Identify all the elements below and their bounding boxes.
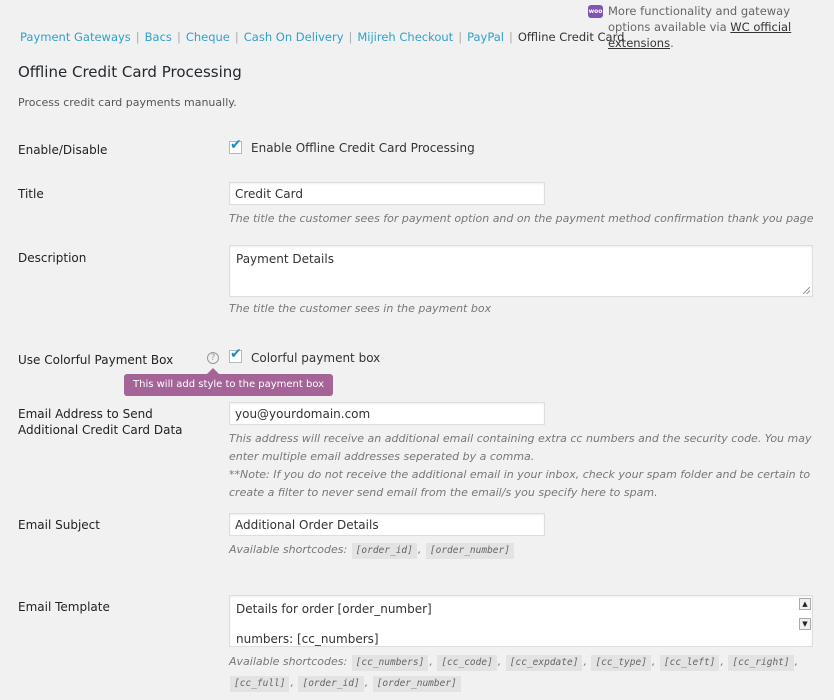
subnav-separator: | xyxy=(458,30,463,44)
page-title: Offline Credit Card Processing xyxy=(18,63,242,81)
email-address-label: Email Address to Send Additional Credit … xyxy=(18,406,183,438)
email-label-line-1: Email Address to Send xyxy=(18,407,153,421)
subnav-separator: | xyxy=(348,30,353,44)
description-help-text: The title the customer sees in the payme… xyxy=(229,302,492,315)
gateway-subnav: Payment Gateways | Bacs | Cheque | Cash On Del… xyxy=(20,30,624,44)
template-line-1: Details for order [order_number] xyxy=(236,602,432,616)
help-tooltip: This will add style to the payment box xyxy=(124,368,334,396)
subnav-mijireh-checkout[interactable]: Mijireh Checkout xyxy=(357,30,453,44)
shortcode-chip: [cc_right] xyxy=(728,655,794,671)
email-subject-input[interactable]: Additional Order Details xyxy=(229,513,545,536)
colorful-box-label: Use Colorful Payment Box xyxy=(18,353,174,367)
shortcode-chip: [order_number] xyxy=(425,543,514,559)
subnav-separator: | xyxy=(135,30,140,44)
email-template-label: Email Template xyxy=(18,600,110,614)
email-help-line-1: This address will receive an additional … xyxy=(229,432,812,463)
shortcode-chip: [cc_type] xyxy=(591,655,651,671)
email-label-line-2: Additional Credit Card Data xyxy=(18,423,183,437)
email-subject-label: Email Subject xyxy=(18,518,100,532)
shortcode-chip: [order_id] xyxy=(351,543,417,559)
shortcode-chip: [cc_expdate] xyxy=(505,655,583,671)
shortcode-chip: [order_number] xyxy=(372,676,461,692)
subnav-separator: | xyxy=(176,30,181,44)
enable-checkbox[interactable]: ✔ xyxy=(229,137,242,154)
email-help-text: This address will receive an additional … xyxy=(229,430,819,498)
shortcode-chip: [cc_full] xyxy=(230,676,290,692)
subnav-payment-gateways[interactable]: Payment Gateways xyxy=(20,30,131,44)
subnav-cheque[interactable]: Cheque xyxy=(186,30,230,44)
email-template-textarea[interactable]: Details for order [order_number] numbers… xyxy=(229,595,813,647)
woocommerce-logo-icon: woo xyxy=(588,5,603,18)
email-help-line-2: **Note: If you do not receive the additi… xyxy=(229,468,811,498)
shortcode-chip: [cc_code] xyxy=(437,655,497,671)
notice-end: . xyxy=(670,36,674,50)
page-description: Process credit card payments manually. xyxy=(18,96,237,109)
shortcodes-label: Available shortcodes: xyxy=(229,655,348,668)
subnav-separator: | xyxy=(234,30,239,44)
template-shortcodes: Available shortcodes: [cc_numbers], [cc_… xyxy=(229,651,819,693)
colorful-box-checkbox-label[interactable]: Colorful payment box xyxy=(251,351,380,365)
subnav-bacs[interactable]: Bacs xyxy=(145,30,172,44)
title-help-text: The title the customer sees for payment … xyxy=(229,212,814,225)
extensions-notice: woo More functionality and gateway optio… xyxy=(588,3,818,51)
template-line-2: numbers: [cc_numbers] xyxy=(236,632,379,646)
enable-checkbox-label[interactable]: Enable Offline Credit Card Processing xyxy=(251,141,475,155)
checkmark-icon: ✔ xyxy=(230,137,242,153)
description-value: Payment Details xyxy=(236,252,334,266)
enable-disable-label: Enable/Disable xyxy=(18,143,108,157)
shortcodes-label: Available shortcodes: xyxy=(229,543,348,556)
shortcode-chip: [cc_numbers] xyxy=(351,655,429,671)
scroll-down-icon[interactable]: ▼ xyxy=(799,618,811,630)
title-input[interactable]: Credit Card xyxy=(229,182,545,205)
scroll-up-icon[interactable]: ▲ xyxy=(799,598,811,610)
description-label: Description xyxy=(18,251,87,265)
subnav-separator: | xyxy=(509,30,513,44)
subnav-cash-on-delivery[interactable]: Cash On Delivery xyxy=(244,30,344,44)
subnav-paypal[interactable]: PayPal xyxy=(467,30,504,44)
resize-handle-icon[interactable] xyxy=(803,287,810,294)
shortcode-chip: [cc_left] xyxy=(659,655,720,671)
checkmark-icon: ✔ xyxy=(230,346,242,362)
email-address-input[interactable]: you@yourdomain.com xyxy=(229,402,545,425)
help-question-icon[interactable]: ? xyxy=(207,352,219,364)
notice-text: More functionality and gateway options a… xyxy=(608,3,818,51)
colorful-box-checkbox[interactable]: ✔ xyxy=(229,346,242,363)
subject-shortcodes: Available shortcodes: [order_id], [order… xyxy=(229,541,819,559)
title-label: Title xyxy=(18,187,44,201)
description-textarea[interactable]: Payment Details xyxy=(229,245,813,297)
shortcode-chip: [order_id] xyxy=(298,676,364,692)
